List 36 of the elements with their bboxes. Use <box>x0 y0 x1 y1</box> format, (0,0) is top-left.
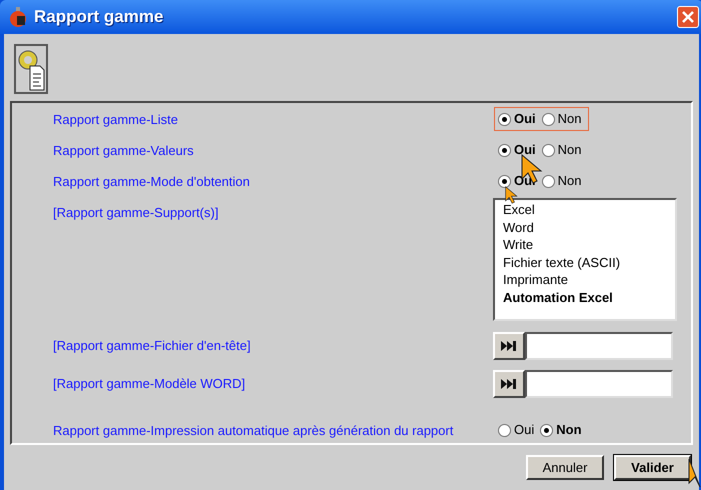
field-label: Rapport gamme-Liste <box>53 111 179 129</box>
field-label: [Rapport gamme-Modèle WORD] <box>53 375 246 393</box>
field-label: Rapport gamme-Valeurs <box>53 142 195 160</box>
radio-option[interactable]: Non <box>542 140 582 160</box>
browse-button[interactable] <box>493 370 525 398</box>
dialog-button[interactable]: Valider <box>614 455 691 480</box>
dialog-button[interactable]: Annuler <box>526 455 604 480</box>
field-label: Rapport gamme-Mode d'obtention <box>53 173 251 191</box>
toolbar-button[interactable] <box>14 44 48 94</box>
app-icon <box>8 6 28 28</box>
list-item[interactable]: Excel <box>503 201 675 218</box>
browse-button[interactable] <box>493 332 525 360</box>
cursor-icon <box>505 186 518 204</box>
radio-option[interactable]: Non <box>542 109 582 129</box>
radio-option[interactable]: Non <box>540 420 582 440</box>
skip-forward-icon <box>501 341 517 351</box>
field-label: [Rapport gamme-Support(s)] <box>53 204 220 222</box>
field-label: Rapport gamme-Impression automatique après génération du rapport <box>53 422 454 440</box>
radio-option[interactable]: Oui <box>498 140 536 160</box>
list-item[interactable]: Word <box>503 218 675 236</box>
list-item[interactable]: Write <box>503 236 675 254</box>
window-title: Rapport gamme <box>34 6 164 28</box>
radio-option[interactable]: Oui <box>498 109 536 129</box>
skip-forward-icon <box>501 379 517 389</box>
radio-option[interactable]: Oui <box>498 420 534 440</box>
list-item[interactable]: Automation Excel <box>503 288 675 306</box>
radio-option[interactable]: Non <box>542 171 582 191</box>
field-label: [Rapport gamme-Fichier d'en-tête] <box>53 337 252 355</box>
list-item[interactable]: Fichier texte (ASCII) <box>503 254 675 271</box>
input-field[interactable] <box>525 332 673 360</box>
close-icon <box>682 11 694 23</box>
close-button[interactable] <box>677 6 699 28</box>
list-box[interactable]: Excel Word Write Fichier texte (ASCII) Imprimante Automation Excel <box>493 198 677 321</box>
input-field[interactable] <box>525 370 673 398</box>
cursor-icon <box>688 458 701 490</box>
list-item[interactable]: Imprimante <box>503 271 675 288</box>
